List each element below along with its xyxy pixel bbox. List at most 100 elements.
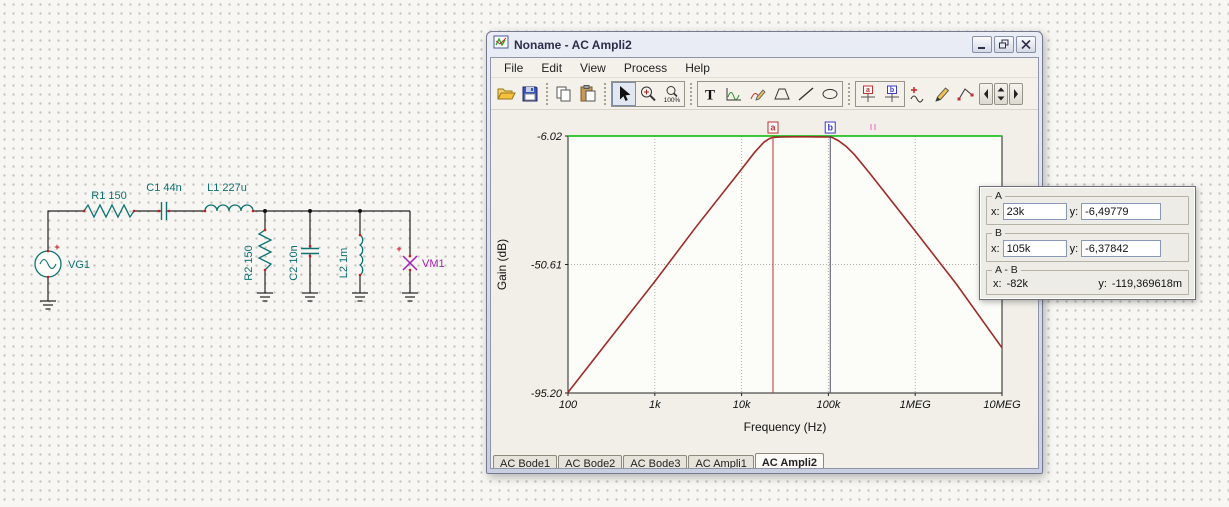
- l2-label: L2 1m: [338, 248, 350, 279]
- terminal-pins: [46, 209, 412, 279]
- cursor-b-x-input[interactable]: [1002, 240, 1067, 257]
- cursor-b-flag-label: b: [827, 123, 833, 133]
- trapezoid-tool-button[interactable]: [770, 82, 794, 106]
- scroll-left-button[interactable]: [979, 82, 993, 105]
- line-tool-button[interactable]: [794, 82, 818, 106]
- diff-x-value: -82k: [1006, 278, 1028, 290]
- cursor-a-x-input[interactable]: [1002, 203, 1067, 220]
- cursor-a-button[interactable]: a: [856, 82, 880, 106]
- cursor-a-group-label: A: [992, 190, 1006, 202]
- y-axis-title: Gain (dB): [495, 239, 509, 290]
- x-tick-label: 100k: [816, 399, 840, 411]
- y-tick-label: -6.02: [537, 131, 562, 143]
- cursor-diff-group-label: A - B: [992, 264, 1021, 276]
- restore-button[interactable]: [994, 36, 1014, 53]
- menu-bar: File Edit View Process Help: [491, 58, 1038, 78]
- menu-view[interactable]: View: [571, 59, 615, 77]
- cursor-b-y-label: y:: [1069, 242, 1079, 255]
- cursor-a-group: A x: y:: [986, 190, 1189, 225]
- cursor-b-x-label: x:: [991, 242, 1000, 255]
- cursor-b-group-label: B: [992, 227, 1006, 239]
- cursor-a-y-input[interactable]: [1081, 203, 1162, 220]
- capacitor-c1[interactable]: [160, 202, 168, 220]
- window-titlebar[interactable]: Noname - AC Ampli2: [490, 32, 1039, 57]
- cursor-values-panel[interactable]: A x: y: B x: y: A - B x: -82k y: -119,36…: [979, 186, 1196, 300]
- diff-y-label: y:: [1098, 278, 1107, 290]
- tab-strip: AC Bode1 AC Bode2 AC Bode3 AC Ampli1 AC Ampl…: [493, 452, 825, 468]
- menu-edit[interactable]: Edit: [532, 59, 571, 77]
- window-client-area: File Edit View Process Help 100% T a b 1…: [490, 57, 1039, 469]
- cursor-a-icon-label: a: [866, 87, 870, 94]
- menu-help[interactable]: Help: [676, 59, 719, 77]
- paste-button[interactable]: [576, 82, 600, 106]
- c1-label: C1 44n: [146, 182, 181, 194]
- save-button[interactable]: [518, 82, 542, 106]
- vg1-plus-sign: +: [54, 242, 59, 252]
- x-tick-label: 1MEG: [900, 399, 932, 411]
- resistor-r1[interactable]: [83, 203, 135, 219]
- scroll-right-button[interactable]: [1009, 82, 1023, 105]
- minimize-button[interactable]: [972, 36, 992, 53]
- vm1-label: VM1: [422, 258, 445, 270]
- add-curve-button[interactable]: [906, 82, 930, 106]
- voltmeter-vm1[interactable]: [402, 255, 418, 271]
- diff-x-label: x:: [993, 278, 1002, 290]
- cursor-b-y-input[interactable]: [1081, 240, 1162, 257]
- open-button[interactable]: [494, 82, 518, 106]
- tab-ac-ampli2[interactable]: AC Ampli2: [754, 453, 825, 468]
- tab-ac-bode3[interactable]: AC Bode3: [623, 455, 688, 468]
- pen-tool-button[interactable]: [930, 82, 954, 106]
- copy-button[interactable]: [552, 82, 576, 106]
- diff-y-value: -119,369618m: [1111, 278, 1182, 290]
- toolbar-separator: [546, 82, 548, 105]
- tina-diagram-window[interactable]: Noname - AC Ampli2 File Edit View Process He…: [486, 31, 1043, 474]
- vg1-label: VG1: [68, 259, 90, 271]
- tab-ac-ampli1[interactable]: AC Ampli1: [688, 455, 754, 468]
- zoom-in-button[interactable]: [636, 82, 660, 106]
- inductor-l2[interactable]: [358, 234, 364, 276]
- cursor-tools-group: a b: [855, 80, 905, 107]
- cursor-b-button[interactable]: b: [880, 82, 904, 106]
- interval-spinner[interactable]: [994, 82, 1008, 105]
- l1-label: L1 227u: [207, 182, 247, 194]
- c2-label: C2 10n: [288, 245, 300, 280]
- wires[interactable]: [47, 210, 411, 301]
- pointer-tool-button[interactable]: [612, 81, 636, 106]
- capacitor-c2[interactable]: [301, 247, 319, 255]
- ground-symbols[interactable]: [40, 292, 418, 310]
- y-tick-label: -50.61: [531, 260, 562, 272]
- window-title: Noname - AC Ampli2: [514, 37, 632, 52]
- zoom-100-label: 100%: [664, 97, 681, 104]
- x-tick-label: 1k: [649, 399, 661, 411]
- menu-process[interactable]: Process: [615, 59, 676, 77]
- pointer-zoom-group: 100%: [611, 80, 685, 107]
- text-tool-button[interactable]: T: [698, 82, 722, 106]
- x-tick-label: 10MEG: [983, 399, 1021, 411]
- tab-ac-bode2[interactable]: AC Bode2: [558, 455, 623, 468]
- vm1-plus-sign: +: [396, 244, 401, 254]
- segment-tool-button[interactable]: [954, 82, 978, 106]
- tab-ac-bode1[interactable]: AC Bode1: [493, 455, 558, 468]
- menu-file[interactable]: File: [495, 59, 532, 77]
- waveform-tool-button[interactable]: [722, 82, 746, 106]
- annotate-tool-button[interactable]: [746, 82, 770, 106]
- x-tick-label: 100: [559, 399, 578, 411]
- y-tick-label: -95.20: [531, 388, 563, 400]
- cursor-a-y-label: y:: [1069, 205, 1079, 218]
- app-icon: [493, 34, 509, 55]
- toolbar: 100% T a b: [491, 78, 1038, 110]
- close-button[interactable]: [1016, 36, 1036, 53]
- zoom-100-button[interactable]: 100%: [660, 82, 684, 106]
- schematic-canvas[interactable]: + VG1 R1 150 C1 44n L1 227u R2 150 C2 10…: [20, 175, 460, 345]
- cursor-a-x-label: x:: [991, 205, 1000, 218]
- x-axis-title: Frequency (Hz): [744, 420, 827, 434]
- resistor-r2[interactable]: [257, 229, 273, 271]
- toolbar-separator: [690, 82, 692, 105]
- bode-plot[interactable]: 100 1k 10k 100k 1MEG 10MEG-6.02-50.61-95.20a b…: [491, 110, 1039, 452]
- toolbar-separator: [604, 82, 606, 105]
- voltage-generator-vg1[interactable]: [34, 250, 62, 278]
- cursor-b-group: B x: y:: [986, 227, 1189, 262]
- inductor-l1[interactable]: [204, 204, 254, 212]
- cursor-b-icon-label: b: [890, 87, 894, 94]
- ellipse-tool-button[interactable]: [818, 82, 842, 106]
